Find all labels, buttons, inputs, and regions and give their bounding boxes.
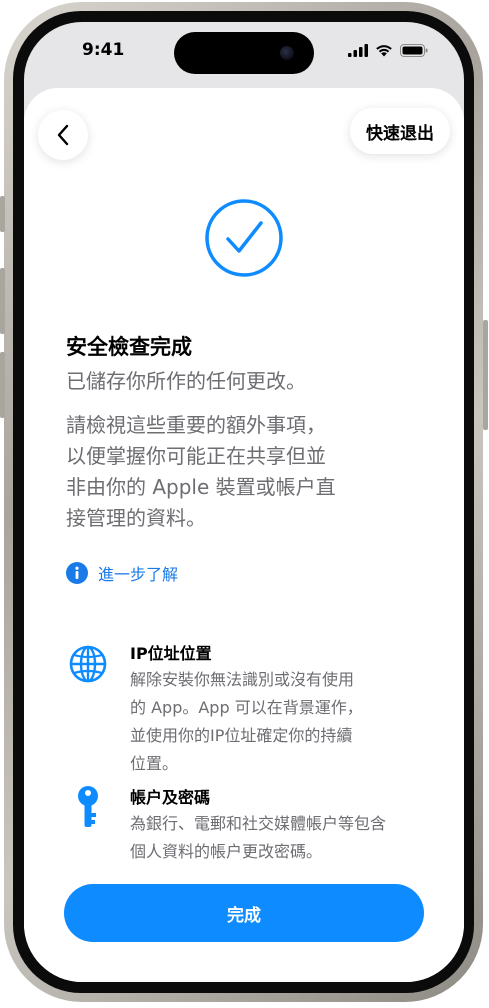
item-title: 帳户及密碼	[130, 788, 211, 807]
item-line: 並使用你的IP位址確定你的持續	[130, 726, 353, 745]
checkmark-circle-icon	[205, 199, 283, 277]
learn-more-label: 進一步了解	[98, 565, 179, 584]
key-icon	[78, 786, 98, 827]
item-title: IP位址位置	[130, 644, 212, 663]
item-line: 位置。	[130, 754, 179, 773]
item-line: 的 App。App 可以在背景運作，	[130, 698, 363, 717]
description-line: 以便掌握你可能正在共享但並	[66, 444, 326, 468]
status-icons	[348, 44, 428, 57]
cellular-signal-icon	[348, 44, 368, 57]
description-line: 接管理的資料。	[66, 506, 206, 530]
status-time: 9:41	[82, 40, 125, 60]
description-line: 請檢視這些重要的額外事項，	[66, 413, 326, 437]
item-line: 解除安裝你無法識別或沒有使用	[130, 670, 355, 689]
page-subtitle: 已儲存你所作的任何更改。	[66, 369, 306, 393]
info-icon	[66, 562, 88, 584]
item-line: 為銀行、電郵和社交媒體帳户等包含	[130, 814, 387, 833]
description: 請檢視這些重要的額外事項， 以便掌握你可能正在共享但並 非由你的 Apple 裝…	[66, 410, 426, 534]
volume-up-button	[0, 268, 5, 334]
description-line: 非由你的 Apple 裝置或帳户直	[66, 475, 336, 499]
volume-down-button	[0, 352, 5, 418]
wifi-icon	[376, 45, 392, 57]
screen: 9:41 快速退出 安全檢查完成 已儲存你所作的任何更改。 請檢視這些重要的額外…	[24, 22, 464, 982]
safety-check-sheet: 快速退出 安全檢查完成 已儲存你所作的任何更改。 請檢視這些重要的額外事項， 以…	[24, 88, 464, 982]
power-button	[483, 320, 488, 430]
quick-exit-button[interactable]: 快速退出	[350, 108, 450, 154]
chevron-left-icon	[57, 124, 69, 146]
done-button[interactable]: 完成	[64, 884, 424, 942]
status-bar: 9:41	[24, 22, 464, 82]
globe-icon	[69, 645, 107, 683]
ip-location-item: IP位址位置 解除安裝你無法識別或沒有使用 的 App。App 可以在背景運作，…	[68, 640, 448, 780]
camera-icon	[280, 46, 294, 60]
page-title: 安全檢查完成	[66, 335, 192, 359]
dynamic-island	[174, 32, 314, 74]
item-description: 解除安裝你無法識別或沒有使用 的 App。App 可以在背景運作， 並使用你的I…	[130, 666, 430, 778]
back-button[interactable]	[38, 110, 88, 160]
battery-icon	[400, 44, 428, 57]
action-button	[0, 196, 5, 232]
learn-more-link[interactable]: 進一步了解	[66, 561, 178, 585]
